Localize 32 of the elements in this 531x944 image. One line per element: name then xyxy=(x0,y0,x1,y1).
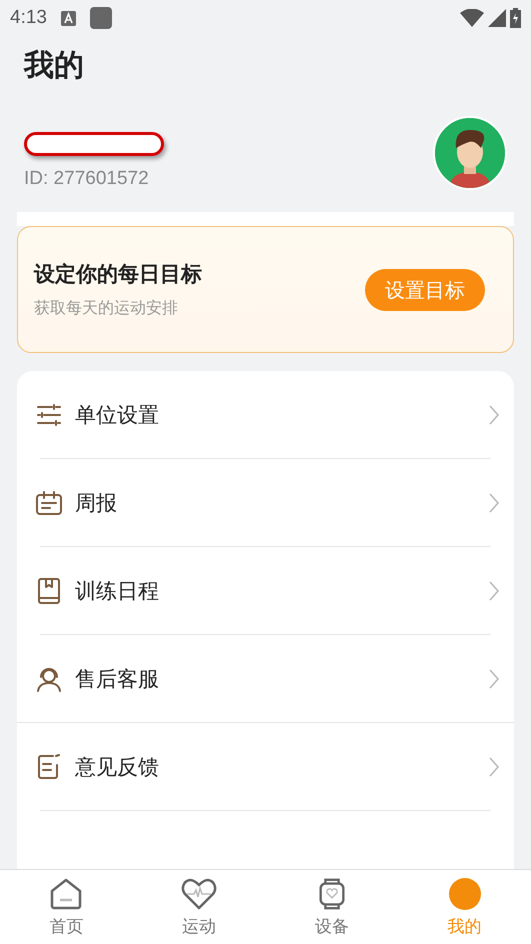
goal-title: 设定你的每日目标 xyxy=(34,261,202,288)
book-icon xyxy=(35,577,63,605)
menu-item[interactable]: 售后客服 xyxy=(17,635,514,723)
wifi-icon xyxy=(460,9,484,27)
support-agent-icon xyxy=(35,665,63,693)
menu-item[interactable]: 意见反馈 xyxy=(17,723,514,811)
watch-icon xyxy=(316,876,347,910)
tab[interactable]: 设备 xyxy=(266,870,398,944)
page-title: 我的 xyxy=(24,47,85,85)
tab[interactable]: 运动 xyxy=(132,870,266,944)
chevron-icon xyxy=(488,668,500,690)
tab[interactable]: 首页 xyxy=(0,870,133,944)
chevron-icon xyxy=(488,404,500,426)
status-time: 4:13 xyxy=(10,7,47,29)
notification-icon xyxy=(90,7,112,29)
chevron-icon xyxy=(488,580,500,602)
heart-pulse-icon xyxy=(181,876,218,910)
chevron-icon xyxy=(488,492,500,514)
calendar-icon xyxy=(35,489,63,517)
profile-icon xyxy=(448,876,482,910)
menu-item[interactable]: 周报 xyxy=(17,459,514,547)
sliders-icon xyxy=(35,401,63,429)
keyboard-notification-icon xyxy=(60,10,76,26)
home-icon xyxy=(49,876,84,910)
signal-icon xyxy=(488,9,506,27)
goal-subtitle: 获取每天的运动安排 xyxy=(34,298,179,319)
chevron-icon xyxy=(488,756,500,778)
menu-item[interactable]: 单位设置 xyxy=(17,371,514,459)
user-id: ID: 277601572 xyxy=(24,168,150,190)
menu-item[interactable]: 训练日程 xyxy=(17,547,514,635)
feedback-icon xyxy=(35,753,63,781)
battery-icon xyxy=(510,8,521,28)
